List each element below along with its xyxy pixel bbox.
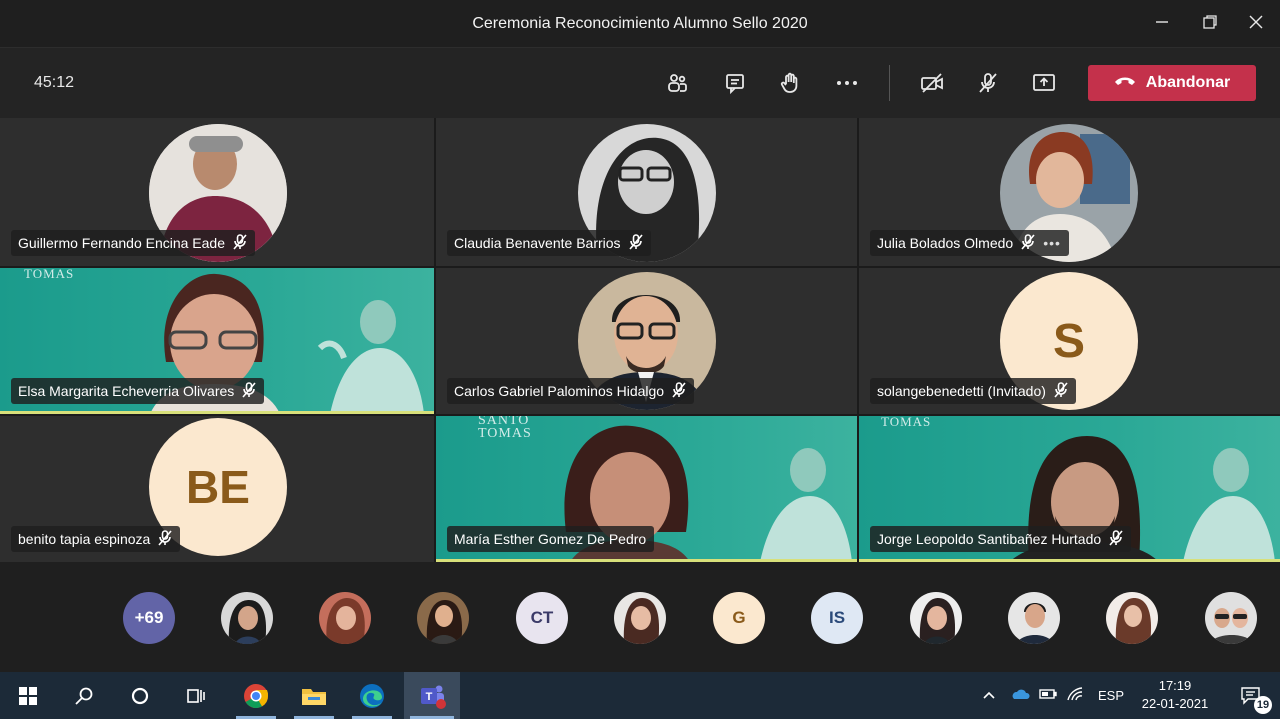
task-view-icon[interactable]: [170, 672, 222, 719]
participant-name-bar: Guillermo Fernando Encina Eade: [11, 230, 256, 256]
participant-tile[interactable]: TOMAS Elsa Margarita Echeverria Olivares: [0, 268, 434, 414]
mic-off-icon: [242, 381, 256, 401]
participant-tile[interactable]: Carlos Gabriel Palominos Hidalgo: [436, 268, 857, 414]
notification-count-badge: 19: [1254, 696, 1272, 714]
participant-tile[interactable]: Claudia Benavente Barrios: [436, 118, 857, 266]
svg-text:T: T: [426, 691, 433, 703]
mic-off-icon: [1109, 529, 1123, 549]
participant-name: solangebenedetti (Invitado): [877, 383, 1046, 399]
onedrive-icon[interactable]: [1010, 688, 1038, 703]
participant-name: Guillermo Fernando Encina Eade: [18, 235, 226, 251]
participant-avatar[interactable]: [1008, 592, 1060, 644]
wifi-icon[interactable]: [1066, 686, 1094, 705]
participant-tile[interactable]: TOMAS Jorge Leopoldo Santibañez Hurtado: [859, 416, 1280, 562]
mic-off-icon: [672, 381, 686, 401]
leave-label: Abandonar: [1145, 74, 1231, 91]
toolbar-divider: [889, 65, 890, 101]
brand-watermark: TOMAS: [24, 268, 75, 281]
participant-tile[interactable]: S solangebenedetti (Invitado): [859, 268, 1280, 414]
edge-icon[interactable]: [346, 672, 398, 719]
video-grid: Guillermo Fernando Encina Eade Claudia B…: [0, 118, 1280, 562]
participant-avatar[interactable]: [319, 592, 371, 644]
brand-watermark: SANTO TOMAS: [478, 416, 532, 441]
participant-name-bar: Julia Bolados Olmedo •••: [870, 230, 1069, 256]
participant-avatar[interactable]: [1205, 592, 1257, 644]
participant-name-bar: Jorge Leopoldo Santibañez Hurtado: [870, 526, 1132, 552]
meeting-toolbar: 45:12 Abandonar: [0, 48, 1280, 118]
battery-icon[interactable]: [1038, 687, 1066, 704]
windows-taskbar: T ESP 17:19 22-01-2021 19: [0, 672, 1280, 719]
language-indicator[interactable]: ESP: [1098, 688, 1124, 703]
system-tray: ESP: [982, 672, 1124, 719]
mic-off-icon: [1054, 381, 1068, 401]
more-options-icon[interactable]: [830, 68, 864, 98]
brand-watermark: TOMAS: [881, 416, 932, 429]
participant-avatar[interactable]: [221, 592, 273, 644]
participant-initials-avatar[interactable]: CT: [516, 592, 568, 644]
mic-off-icon: [1021, 233, 1035, 253]
close-icon[interactable]: [1242, 10, 1270, 38]
participant-name: María Esther Gomez De Pedro: [454, 531, 647, 547]
minimize-icon[interactable]: [1148, 10, 1176, 38]
participant-tile[interactable]: BE benito tapia espinoza: [0, 416, 434, 562]
clock-date: 22-01-2021: [1141, 696, 1209, 711]
camera-off-icon[interactable]: [915, 68, 949, 98]
participant-tile[interactable]: Julia Bolados Olmedo •••: [859, 118, 1280, 266]
participant-name: Jorge Leopoldo Santibañez Hurtado: [877, 531, 1102, 547]
restore-icon[interactable]: [1196, 10, 1224, 38]
background-figure: [760, 448, 852, 562]
participant-name-bar: benito tapia espinoza: [11, 526, 181, 552]
participant-strip: +69 CT G IS: [0, 562, 1280, 672]
participant-avatar[interactable]: [417, 592, 469, 644]
participant-name-bar: Elsa Margarita Echeverria Olivares: [11, 378, 265, 404]
participant-name: benito tapia espinoza: [18, 531, 151, 547]
participant-initials-avatar[interactable]: G: [713, 592, 765, 644]
participant-name: Carlos Gabriel Palominos Hidalgo: [454, 383, 665, 399]
mic-off-icon: [158, 529, 172, 549]
participant-avatar[interactable]: [910, 592, 962, 644]
participant-name-bar: Claudia Benavente Barrios: [447, 230, 651, 256]
participant-name: Claudia Benavente Barrios: [454, 235, 621, 251]
notification-center-icon[interactable]: 19: [1226, 672, 1276, 719]
participant-avatar[interactable]: [1106, 592, 1158, 644]
participant-tile[interactable]: Guillermo Fernando Encina Eade: [0, 118, 434, 266]
more-participants-button[interactable]: +69: [123, 592, 175, 644]
clock-time: 17:19: [1158, 678, 1192, 693]
participants-icon[interactable]: [660, 68, 694, 98]
search-icon[interactable]: [58, 672, 110, 719]
participant-name: Elsa Margarita Echeverria Olivares: [18, 383, 235, 399]
hang-up-icon: [1114, 74, 1136, 92]
participant-name-bar: Carlos Gabriel Palominos Hidalgo: [447, 378, 695, 404]
file-explorer-icon[interactable]: [288, 672, 340, 719]
background-figure: [317, 300, 424, 414]
mic-off-icon: [233, 233, 247, 253]
taskbar-clock[interactable]: 17:19 22-01-2021: [1130, 677, 1220, 713]
chrome-icon[interactable]: [230, 672, 282, 719]
chevron-up-icon[interactable]: [982, 688, 1002, 703]
participant-name: Julia Bolados Olmedo: [877, 235, 1014, 251]
title-bar: Ceremonia Reconocimiento Alumno Sello 20…: [0, 0, 1280, 48]
background-figure: [1183, 448, 1275, 562]
raise-hand-icon[interactable]: [773, 68, 807, 98]
participant-avatar[interactable]: [614, 592, 666, 644]
teams-icon[interactable]: T: [404, 672, 460, 719]
more-icon[interactable]: •••: [1043, 235, 1061, 251]
mic-off-icon: [628, 233, 643, 253]
chat-icon[interactable]: [718, 68, 752, 98]
meeting-timer: 45:12: [34, 74, 75, 91]
leave-button[interactable]: Abandonar: [1088, 65, 1256, 101]
mic-off-icon[interactable]: [971, 68, 1005, 98]
windows-start-icon[interactable]: [2, 672, 54, 719]
participant-name-bar: María Esther Gomez De Pedro: [447, 526, 655, 552]
participant-name-bar: solangebenedetti (Invitado): [870, 378, 1076, 404]
window-title: Ceremonia Reconocimiento Alumno Sello 20…: [472, 15, 808, 32]
cortana-icon[interactable]: [114, 672, 166, 719]
share-screen-icon[interactable]: [1027, 68, 1061, 98]
participant-initials-avatar[interactable]: IS: [811, 592, 863, 644]
participant-tile[interactable]: SANTO TOMAS María Esther Gomez De Pedro: [436, 416, 857, 562]
